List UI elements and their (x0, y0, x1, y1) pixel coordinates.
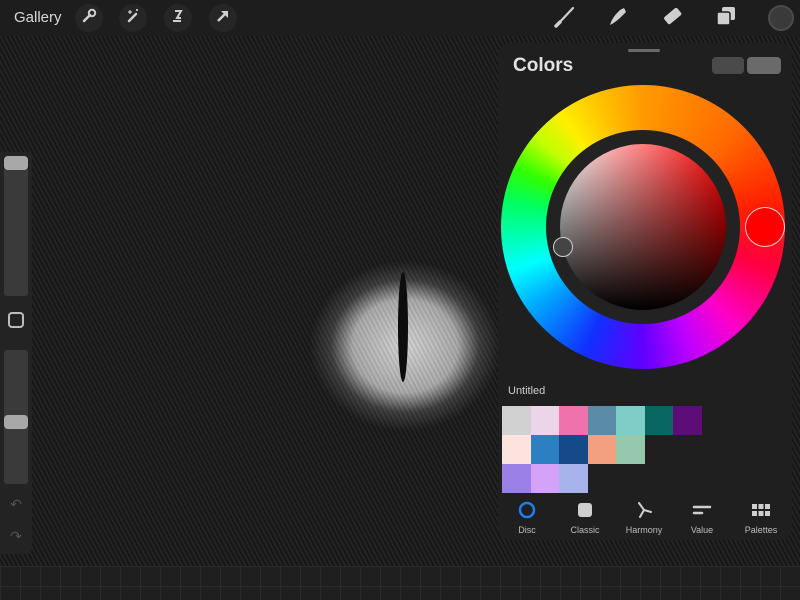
layers-icon (714, 4, 738, 33)
hue-ring-inner (546, 130, 740, 324)
tab-disc[interactable]: Disc (498, 498, 556, 540)
palette-swatch[interactable] (644, 406, 674, 435)
tab-label: Palettes (744, 525, 778, 535)
palette-swatch[interactable] (616, 406, 645, 435)
palette-swatch[interactable] (530, 464, 560, 493)
palette-swatch[interactable] (559, 464, 588, 493)
brush-button[interactable] (552, 5, 578, 31)
smudge-button[interactable] (605, 5, 631, 31)
harmony-icon (634, 498, 654, 522)
saturation-brightness-disc[interactable] (560, 144, 726, 310)
canvas-background-grid (0, 566, 800, 600)
saturation-brightness-handle[interactable] (553, 237, 573, 257)
transform-arrow-icon (215, 8, 231, 29)
undo-button[interactable]: ↶ (8, 496, 24, 512)
colors-panel: Colors Untitled Disc Classic Harmony Val… (498, 43, 792, 540)
selection-icon (170, 8, 186, 29)
palette-swatch[interactable] (530, 435, 560, 464)
disc-icon (517, 498, 537, 522)
transform-button[interactable] (209, 4, 237, 32)
procreate-screen: Gallery ↶ ↷ Colors Untitled Disc Classic… (0, 0, 800, 600)
palettes-grid-icon (751, 498, 771, 522)
brush-icon (553, 4, 577, 33)
panel-grabber[interactable] (628, 49, 660, 52)
tab-label: Value (690, 525, 714, 535)
modify-button[interactable] (8, 312, 24, 328)
gallery-button[interactable]: Gallery (14, 9, 62, 26)
top-toolbar: Gallery (0, 0, 800, 36)
tab-palettes[interactable]: Palettes (732, 498, 790, 540)
secondary-color-swatch[interactable] (712, 57, 744, 74)
actions-button[interactable] (75, 4, 103, 32)
tab-label: Harmony (625, 525, 663, 535)
palette-swatch[interactable] (587, 435, 617, 464)
palette-swatch[interactable] (502, 406, 531, 435)
tab-classic[interactable]: Classic (556, 498, 614, 540)
palette-swatch[interactable] (673, 406, 702, 435)
magic-wand-icon (125, 8, 141, 29)
brush-size-thumb[interactable] (4, 156, 28, 170)
tab-value[interactable]: Value (673, 498, 731, 540)
hue-handle[interactable] (745, 207, 785, 247)
palette-swatch[interactable] (559, 406, 588, 435)
tab-label: Disc (518, 525, 536, 535)
brush-size-slider[interactable] (4, 160, 28, 296)
panel-title: Colors (513, 55, 574, 76)
palette-swatch[interactable] (502, 464, 531, 493)
eraser-icon (660, 4, 684, 33)
wrench-icon (81, 8, 97, 29)
eraser-button[interactable] (659, 5, 685, 31)
value-sliders-icon (692, 498, 712, 522)
palette-swatch[interactable] (616, 435, 645, 464)
current-color-button[interactable] (768, 5, 794, 31)
palette-name: Untitled (508, 385, 546, 397)
left-sidebar: ↶ ↷ (0, 152, 32, 554)
tab-harmony[interactable]: Harmony (615, 498, 673, 540)
palette-swatch[interactable] (587, 406, 617, 435)
brush-opacity-thumb[interactable] (4, 415, 28, 429)
palette-swatch[interactable] (502, 435, 531, 464)
smudge-icon (606, 4, 630, 33)
cat-eye-pupil (398, 272, 408, 382)
adjustments-button[interactable] (119, 4, 147, 32)
primary-color-swatch[interactable] (747, 57, 781, 74)
tab-label: Classic (570, 525, 600, 535)
hue-ring[interactable] (501, 85, 785, 369)
selection-button[interactable] (164, 4, 192, 32)
palette-swatch[interactable] (530, 406, 560, 435)
classic-square-icon (575, 498, 595, 522)
redo-button[interactable]: ↷ (8, 528, 24, 544)
layers-button[interactable] (713, 5, 739, 31)
palette-grid (502, 406, 702, 493)
palette-swatch[interactable] (559, 435, 588, 464)
color-mode-tabs: Disc Classic Harmony Value Palettes (498, 498, 792, 540)
